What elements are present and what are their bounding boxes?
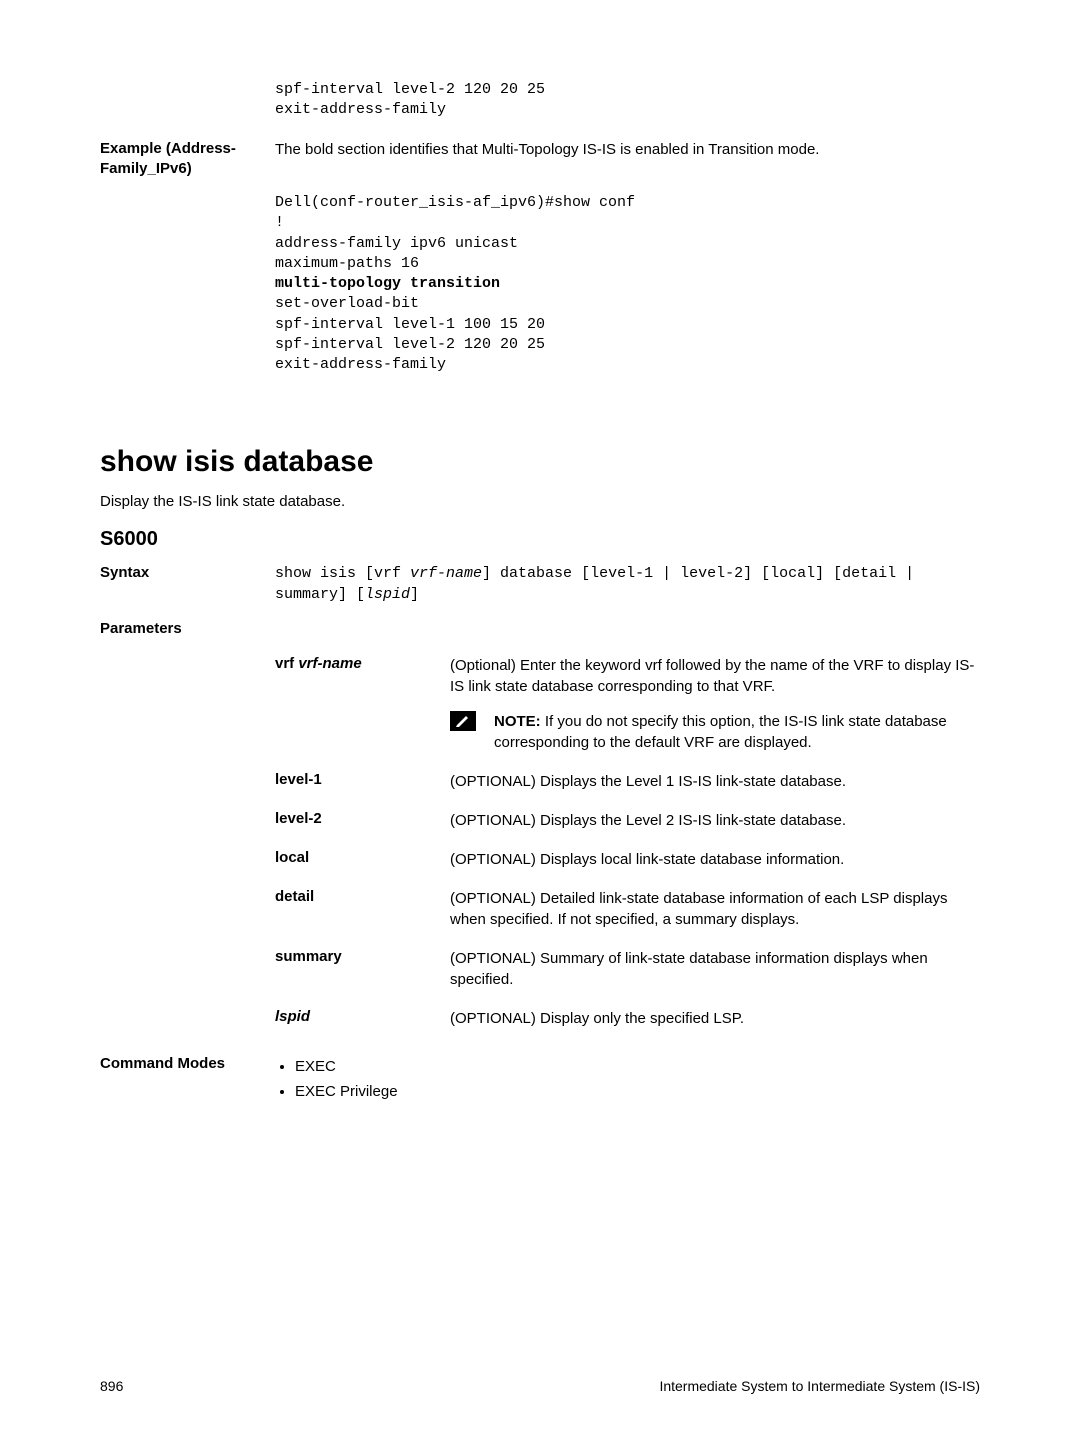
param-entry: local (OPTIONAL) Displays local link-sta… xyxy=(275,840,980,879)
param-entry: vrf vrf-name (Optional) Enter the keywor… xyxy=(275,646,980,762)
note-text: NOTE: If you do not specify this option,… xyxy=(494,711,980,753)
param-name: local xyxy=(275,849,450,866)
top-code-block: spf-interval level-2 120 20 25 exit-addr… xyxy=(275,80,980,121)
param-desc: (OPTIONAL) Displays the Level 2 IS-IS li… xyxy=(450,810,980,831)
command-modes-label: Command Modes xyxy=(100,1054,275,1074)
param-desc: (OPTIONAL) Summary of link-state databas… xyxy=(450,948,980,990)
pencil-icon xyxy=(450,711,476,731)
param-desc: (OPTIONAL) Displays the Level 1 IS-IS li… xyxy=(450,771,980,792)
param-entry: level-1 (OPTIONAL) Displays the Level 1 … xyxy=(275,762,980,801)
param-entry: detail (OPTIONAL) Detailed link-state da… xyxy=(275,879,980,939)
param-desc: (OPTIONAL) Detailed link-state database … xyxy=(450,888,980,930)
param-name: vrf vrf-name xyxy=(275,655,450,672)
param-name: detail xyxy=(275,888,450,905)
example-code-block: Dell(conf-router_isis-af_ipv6)#show conf… xyxy=(275,193,980,375)
page-number: 896 xyxy=(100,1378,123,1394)
command-modes-list: EXEC EXEC Privilege xyxy=(275,1054,980,1105)
parameters-table: vrf vrf-name (Optional) Enter the keywor… xyxy=(275,646,980,1038)
section-description: Display the IS-IS link state database. xyxy=(100,493,980,510)
parameters-label: Parameters xyxy=(100,619,275,639)
footer-text: Intermediate System to Intermediate Syst… xyxy=(659,1378,980,1394)
param-name: summary xyxy=(275,948,450,965)
syntax-label: Syntax xyxy=(100,563,275,583)
example-content: The bold section identifies that Multi-T… xyxy=(275,139,980,160)
param-name-italic: vrf-name xyxy=(298,655,361,672)
sub-title: S6000 xyxy=(100,528,980,551)
syntax-part: show isis [vrf xyxy=(275,565,410,582)
param-desc-text: (Optional) Enter the keyword vrf followe… xyxy=(450,655,980,697)
syntax-part: ] xyxy=(410,586,419,603)
page-footer: 896 Intermediate System to Intermediate … xyxy=(100,1378,980,1394)
param-entry: summary (OPTIONAL) Summary of link-state… xyxy=(275,939,980,999)
param-name: level-1 xyxy=(275,771,450,788)
param-desc: (Optional) Enter the keyword vrf followe… xyxy=(450,655,980,753)
example-row: Example (Address-Family_IPv6) The bold s… xyxy=(100,139,980,180)
param-entry: lspid (OPTIONAL) Display only the specif… xyxy=(275,999,980,1038)
note-body: If you do not specify this option, the I… xyxy=(494,713,947,751)
command-modes-content: EXEC EXEC Privilege xyxy=(275,1054,980,1105)
section-title: show isis database xyxy=(100,445,980,479)
code-post: set-overload-bit spf-interval level-1 10… xyxy=(275,295,545,373)
param-name-text: vrf xyxy=(275,655,298,672)
note-row: NOTE: If you do not specify this option,… xyxy=(450,711,980,753)
list-item: EXEC xyxy=(295,1054,980,1080)
list-item: EXEC Privilege xyxy=(295,1079,980,1105)
param-name: lspid xyxy=(275,1008,450,1025)
param-entry: level-2 (OPTIONAL) Displays the Level 2 … xyxy=(275,801,980,840)
code-pre: Dell(conf-router_isis-af_ipv6)#show conf… xyxy=(275,194,635,272)
note-label: NOTE: xyxy=(494,713,545,730)
command-modes-row: Command Modes EXEC EXEC Privilege xyxy=(100,1054,980,1105)
example-intro-text: The bold section identifies that Multi-T… xyxy=(275,139,980,160)
syntax-row: Syntax show isis [vrf vrf-name] database… xyxy=(100,563,980,605)
param-desc: (OPTIONAL) Displays local link-state dat… xyxy=(450,849,980,870)
example-label: Example (Address-Family_IPv6) xyxy=(100,139,275,180)
syntax-part-italic: vrf-name xyxy=(410,565,482,582)
syntax-text: show isis [vrf vrf-name] database [level… xyxy=(275,563,980,605)
syntax-part-italic: lspid xyxy=(365,586,410,603)
param-desc: (OPTIONAL) Display only the specified LS… xyxy=(450,1008,980,1029)
param-name: level-2 xyxy=(275,810,450,827)
code-bold: multi-topology transition xyxy=(275,275,500,292)
parameters-row: Parameters xyxy=(100,619,980,639)
